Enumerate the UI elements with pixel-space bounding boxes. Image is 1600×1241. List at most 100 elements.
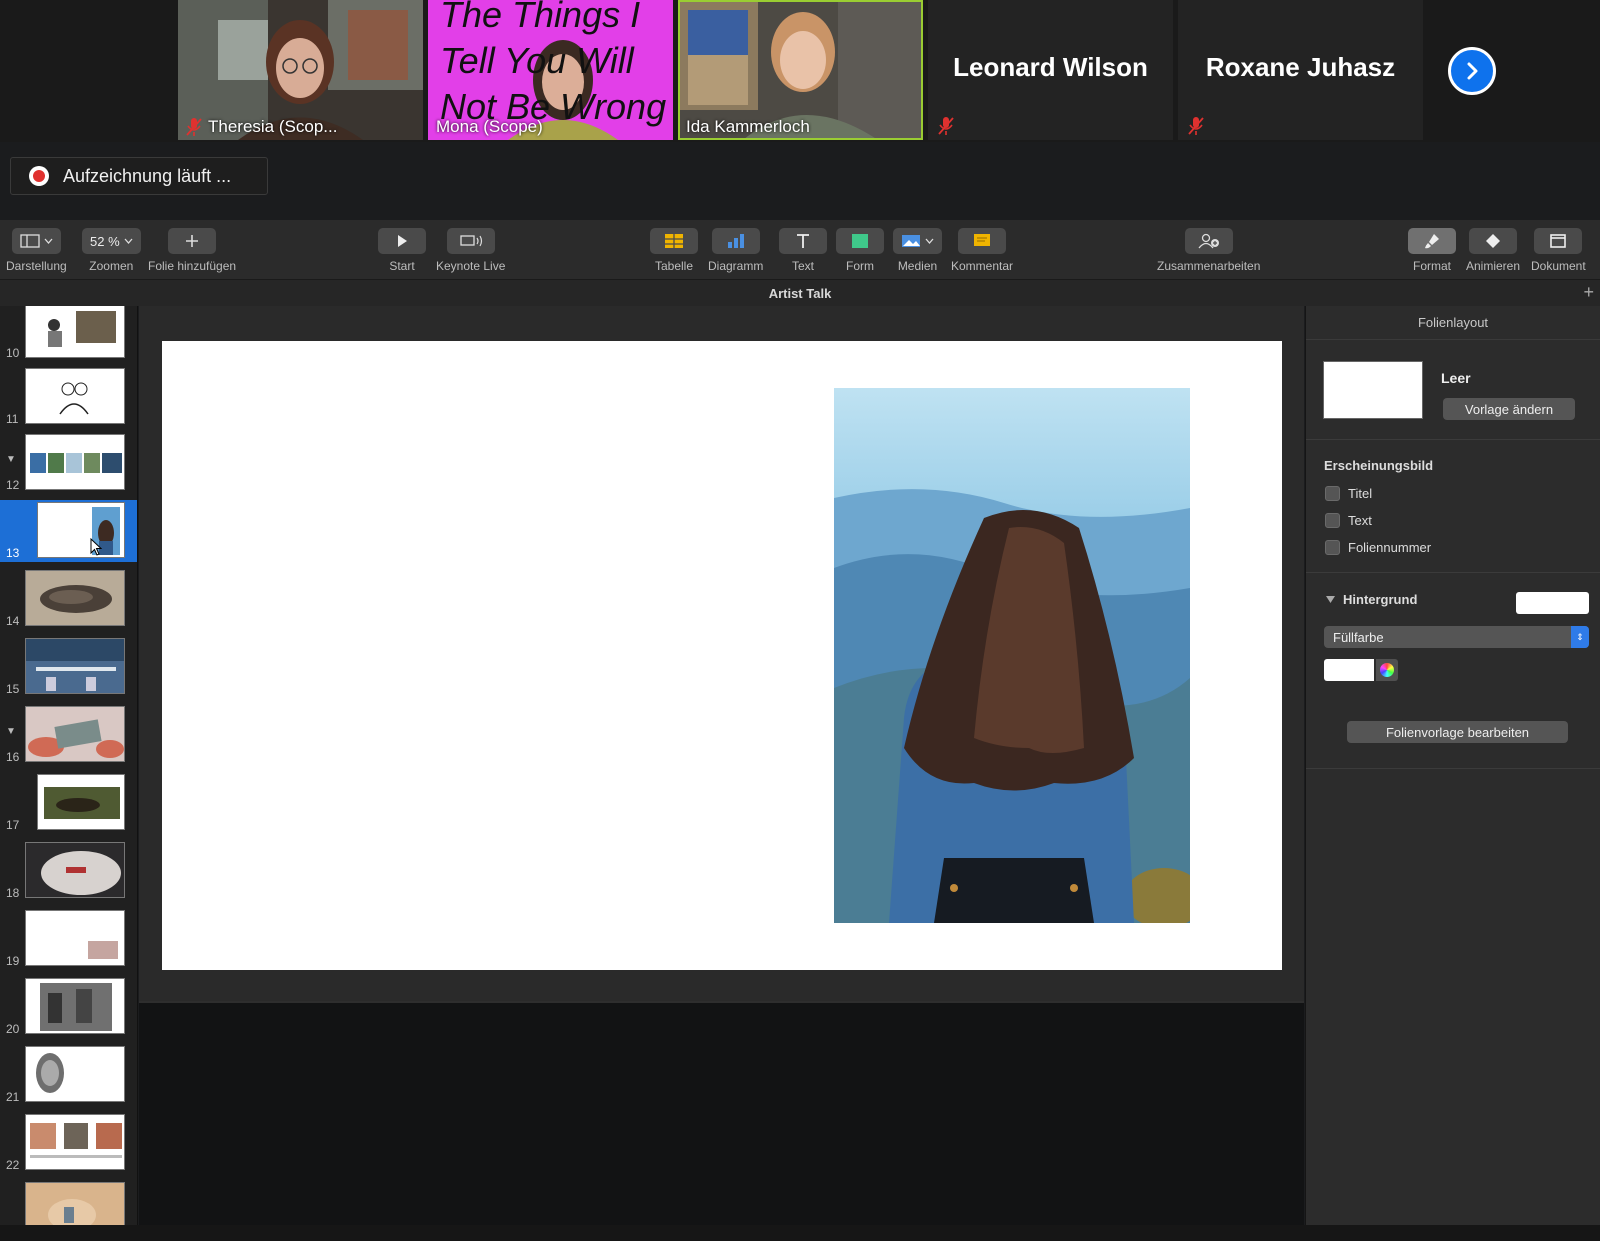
divider: [1306, 439, 1600, 440]
keynote-live-label: Keynote Live: [436, 259, 506, 273]
new-tab-button[interactable]: +: [1583, 282, 1594, 303]
keynote-toolbar: Darstellung 52 % Zoomen Folie hinzufügen…: [0, 220, 1600, 280]
zoom-select[interactable]: 52 % Zoomen: [82, 228, 141, 273]
comment-icon: [974, 234, 991, 246]
slide-thumbnail-21[interactable]: 21: [0, 1044, 137, 1106]
background-color-swatch[interactable]: [1516, 592, 1589, 614]
media-button[interactable]: Medien: [893, 228, 942, 273]
slide-number: 14: [6, 614, 20, 628]
slide-thumbnail-19[interactable]: 19: [0, 908, 137, 970]
edit-master-slide-button[interactable]: Folienvorlage bearbeiten: [1347, 721, 1568, 743]
view-button[interactable]: Darstellung: [6, 228, 67, 273]
record-icon: [29, 166, 49, 186]
slide-preview: [25, 306, 125, 358]
appearance-section-title: Erscheinungsbild: [1324, 458, 1434, 473]
participant-video-mona[interactable]: The Things I Tell You Will Not Be Wrong …: [428, 0, 673, 140]
slide-navigator[interactable]: 10 11 ▼ 12 13 14 15 ▼ 16 17 18 19 20 21 …: [0, 306, 138, 1225]
title-checkbox[interactable]: Titel: [1325, 486, 1372, 501]
slide-image-woman-mountains[interactable]: [834, 388, 1190, 923]
slide-number: 12: [6, 478, 20, 492]
chevron-down-icon: [925, 238, 934, 244]
slide-thumbnail-15[interactable]: 15: [0, 636, 137, 698]
slide-number: 11: [6, 412, 19, 426]
document-label: Dokument: [1531, 259, 1586, 273]
divider: [1306, 768, 1600, 769]
slide-number: 16: [6, 750, 20, 764]
chart-button[interactable]: Diagramm: [708, 228, 763, 273]
checkbox[interactable]: [1325, 486, 1340, 501]
document-icon: [1550, 234, 1567, 248]
change-master-button[interactable]: Vorlage ändern: [1443, 398, 1575, 420]
comment-button[interactable]: Kommentar: [951, 228, 1013, 273]
mic-muted-icon: [186, 118, 202, 136]
slide-thumbnail-18[interactable]: 18: [0, 840, 137, 902]
color-wheel-button[interactable]: [1376, 659, 1398, 681]
collaborate-button[interactable]: Zusammenarbeiten: [1157, 228, 1260, 273]
animate-button[interactable]: Animieren: [1466, 228, 1520, 273]
view-icon: [20, 234, 40, 248]
presenter-notes-area[interactable]: [139, 1001, 1304, 1225]
add-slide-label: Folie hinzufügen: [148, 259, 237, 273]
checkbox-label: Foliennummer: [1348, 540, 1432, 555]
slide-number: 18: [6, 886, 20, 900]
text-checkbox[interactable]: Text: [1325, 513, 1372, 528]
animate-label: Animieren: [1466, 259, 1521, 273]
recording-indicator[interactable]: Aufzeichnung läuft ...: [10, 157, 268, 195]
bottom-bar: [0, 1225, 1600, 1241]
slide-thumbnail-22[interactable]: 22: [0, 1112, 137, 1174]
select-arrows-icon: ⇕: [1571, 626, 1589, 648]
slide-number: 22: [6, 1158, 20, 1172]
fill-type-select[interactable]: Füllfarbe ⇕: [1324, 626, 1589, 648]
slide-number: 13: [6, 546, 20, 560]
next-participants-button[interactable]: [1448, 47, 1496, 95]
document-title: Artist Talk: [768, 285, 832, 301]
play-icon: [398, 235, 407, 247]
slide-number: 20: [6, 1022, 20, 1036]
slide-thumbnail-13[interactable]: 13: [0, 500, 137, 562]
chart-icon: [727, 234, 744, 248]
participant-tile-roxane[interactable]: Roxane Juhasz: [1178, 0, 1423, 140]
layout-name: Leer: [1441, 370, 1471, 386]
slide-preview: [37, 502, 125, 558]
slide-preview: [25, 910, 125, 966]
participant-name: Ida Kammerloch: [686, 117, 810, 136]
disclosure-triangle-icon: [1326, 596, 1335, 603]
slide-number-checkbox[interactable]: Foliennummer: [1325, 540, 1431, 555]
slide-thumbnail-10[interactable]: 10: [0, 306, 137, 362]
document-button[interactable]: Dokument: [1531, 228, 1586, 273]
checkbox[interactable]: [1325, 540, 1340, 555]
slide-number: 19: [6, 954, 20, 968]
play-button[interactable]: Start: [378, 228, 426, 273]
format-button[interactable]: Format: [1408, 228, 1456, 273]
keynote-live-button[interactable]: Keynote Live: [436, 228, 505, 273]
disclosure-triangle-icon[interactable]: ▼: [6, 454, 16, 465]
slide-thumbnail-12[interactable]: ▼ 12: [0, 432, 137, 494]
photo-content: [834, 388, 1190, 923]
table-label: Tabelle: [654, 259, 694, 273]
disclosure-triangle-icon[interactable]: ▼: [6, 726, 16, 737]
table-button[interactable]: Tabelle: [650, 228, 698, 273]
slide-thumbnail-16[interactable]: ▼ 16: [0, 704, 137, 766]
slide-preview: [37, 774, 125, 830]
fill-color-well[interactable]: [1324, 659, 1374, 681]
slide-preview: [25, 842, 125, 898]
slide-thumbnail-17[interactable]: 17: [0, 772, 137, 834]
view-label: Darstellung: [6, 259, 67, 273]
text-button[interactable]: Text: [779, 228, 827, 273]
mouse-cursor-icon: [90, 538, 102, 556]
keynote-live-icon: [460, 235, 482, 247]
participant-tile-leonard[interactable]: Leonard Wilson: [928, 0, 1173, 140]
background-section-toggle[interactable]: Hintergrund: [1326, 592, 1417, 607]
shape-button[interactable]: Form: [836, 228, 884, 273]
participant-label: Theresia (Scop...: [186, 117, 337, 137]
checkbox[interactable]: [1325, 513, 1340, 528]
slide-thumbnail-20[interactable]: 20: [0, 976, 137, 1038]
participant-video-theresia[interactable]: Theresia (Scop...: [178, 0, 423, 140]
slide-thumbnail-23[interactable]: 23: [0, 1180, 137, 1225]
slide-thumbnail-14[interactable]: 14: [0, 568, 137, 630]
add-slide-button[interactable]: Folie hinzufügen: [148, 228, 236, 273]
slide-thumbnail-11[interactable]: 11: [0, 366, 137, 428]
participant-video-ida[interactable]: Ida Kammerloch: [678, 0, 923, 140]
text-icon: [797, 234, 809, 248]
fill-type-value: Füllfarbe: [1333, 629, 1384, 645]
